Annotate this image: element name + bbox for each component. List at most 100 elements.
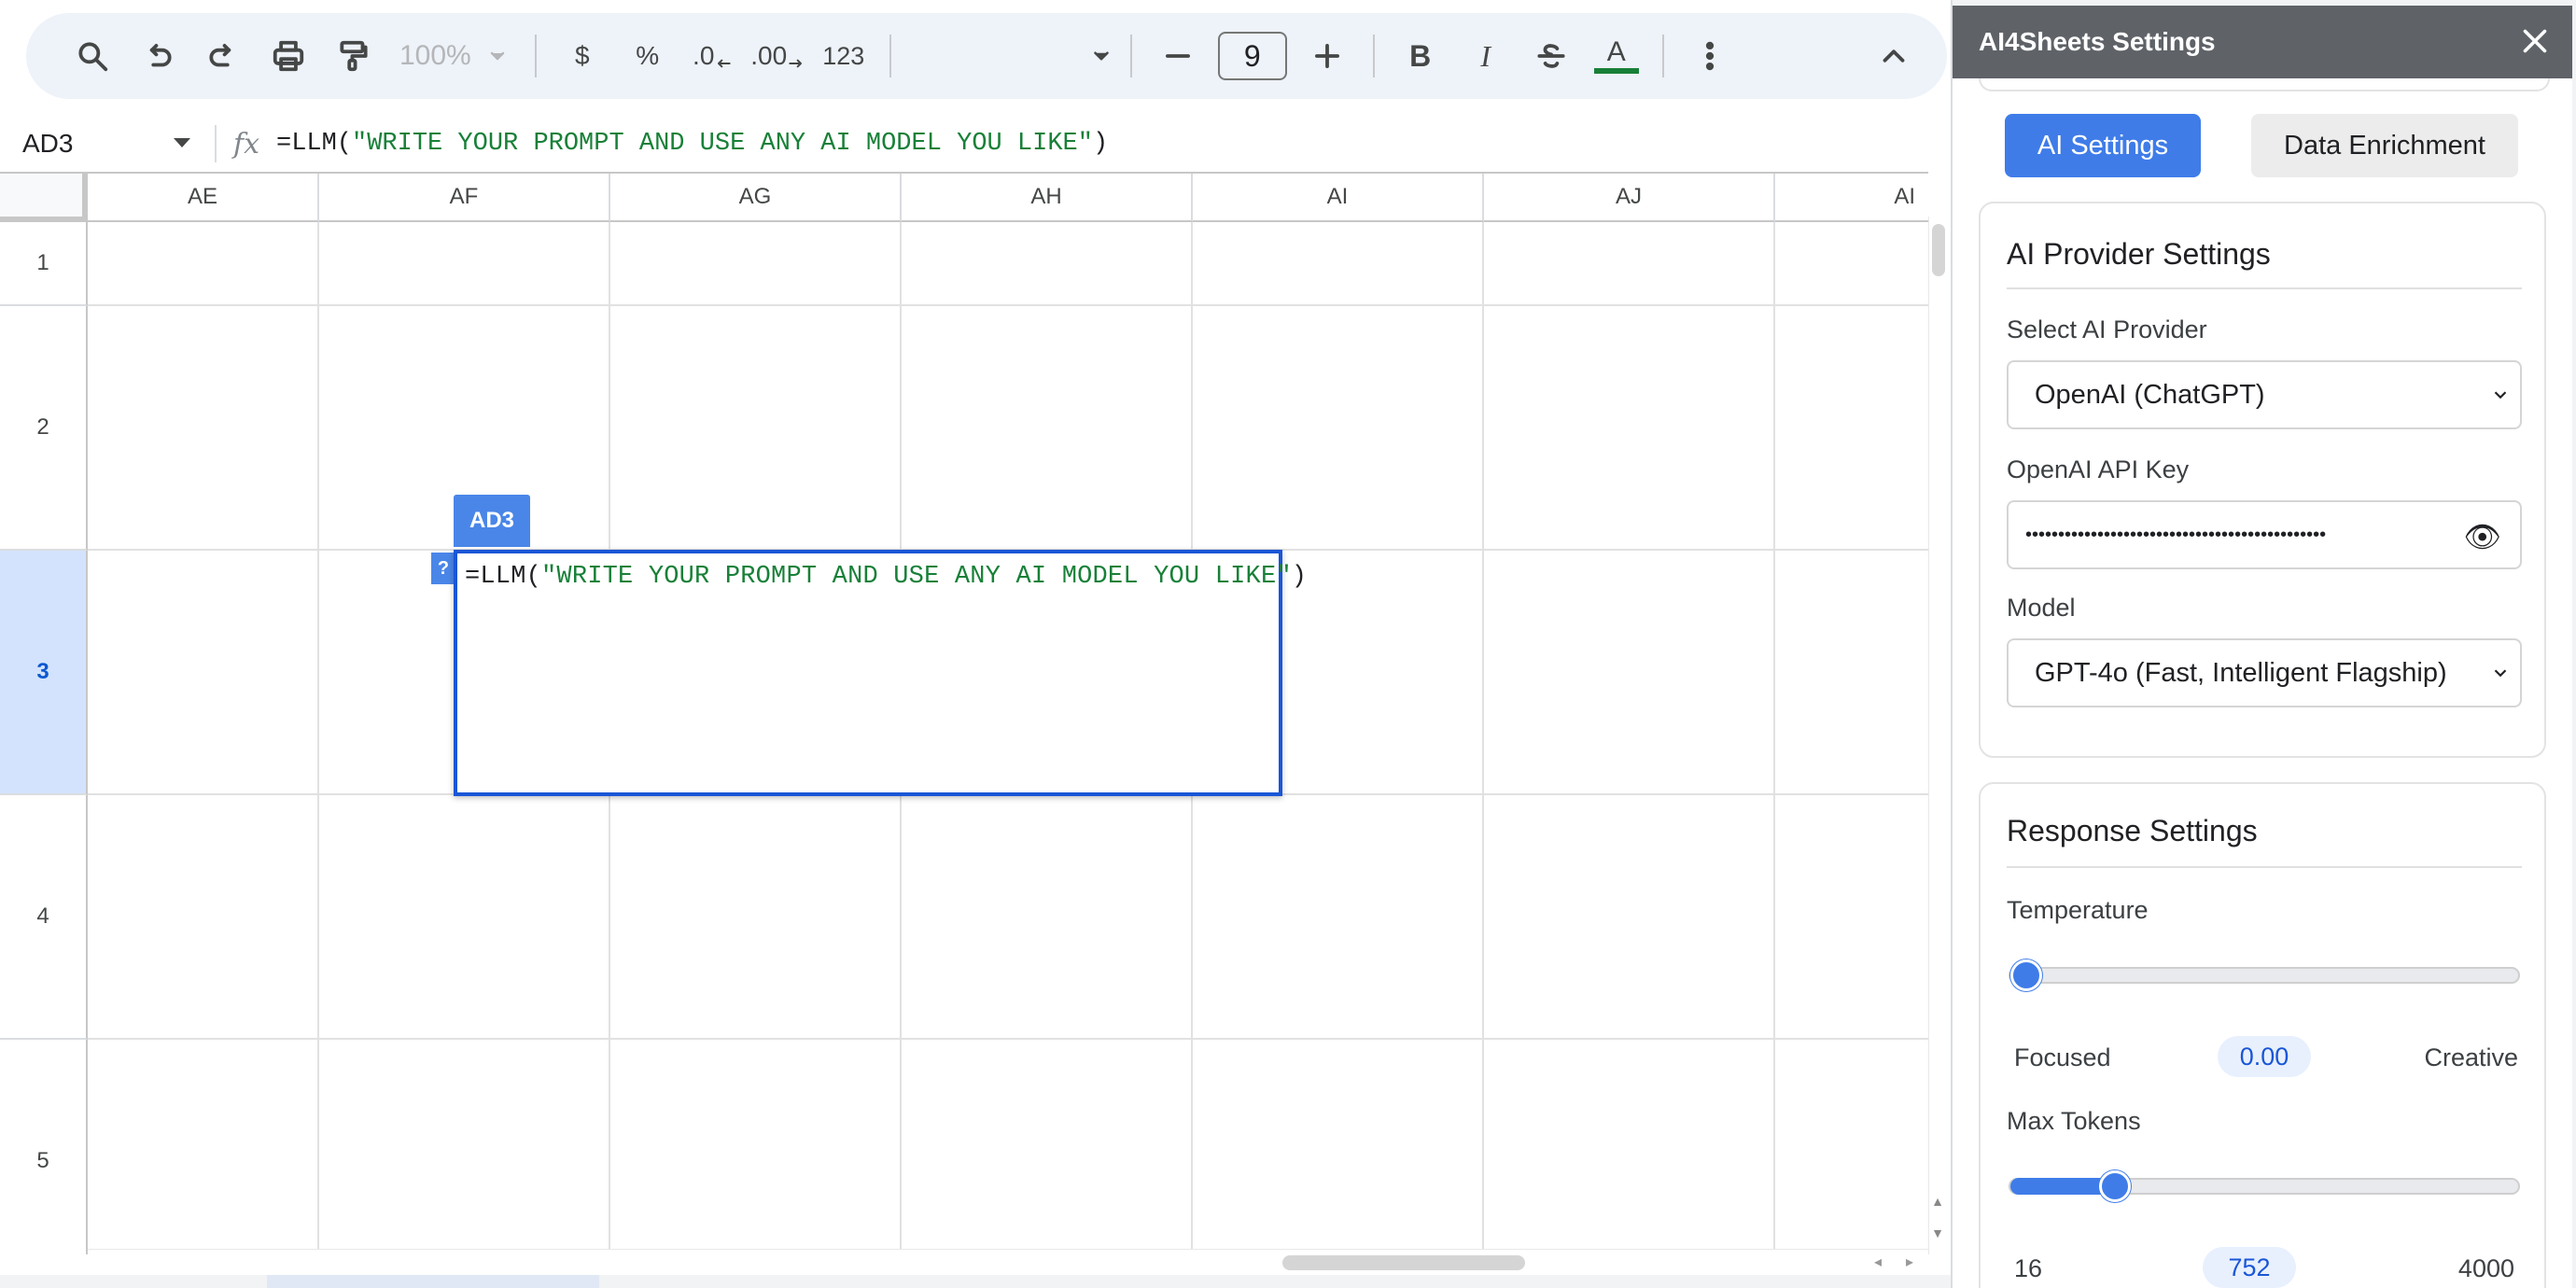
max-tokens-max-label: 4000 — [2457, 1254, 2514, 1282]
gridline — [88, 1038, 1928, 1040]
scroll-up-arrow-icon[interactable]: ▲ — [1928, 1185, 1947, 1217]
temperature-label: Temperature — [2007, 896, 2149, 924]
model-select[interactable]: GPT-4o (Fast, Intelligent Flagship) — [2007, 638, 2522, 707]
vertical-scrollbar[interactable] — [1928, 217, 1947, 1254]
vertical-scroll-thumb[interactable] — [1932, 224, 1945, 276]
temperature-slider[interactable] — [2009, 959, 2520, 991]
column-header[interactable]: AG — [610, 174, 902, 222]
bold-button[interactable]: B — [1392, 27, 1449, 85]
font-select[interactable] — [908, 27, 1113, 85]
row-header[interactable]: 4 — [0, 795, 88, 1040]
divider — [2007, 866, 2522, 868]
hide-menus-button[interactable] — [1865, 27, 1923, 85]
temperature-value: 0.00 — [2218, 1036, 2311, 1077]
redo-button[interactable] — [194, 27, 252, 85]
sidebar-header: AI4Sheets Settings — [1953, 6, 2572, 78]
paint-roller-icon — [340, 40, 368, 72]
formula-input[interactable]: =LLM("WRITE YOUR PROMPT AND USE ANY AI M… — [276, 130, 1108, 158]
eye-icon[interactable]: 👁 — [2463, 519, 2501, 554]
decrease-decimal-label: .0 — [693, 41, 715, 70]
scroll-left-arrow-icon[interactable]: ◂ — [1863, 1249, 1893, 1275]
chevron-down-icon — [2494, 669, 2507, 678]
column-header[interactable]: AE — [88, 174, 319, 222]
provider-label: Select AI Provider — [2007, 315, 2207, 343]
print-icon — [273, 40, 304, 72]
zoom-select[interactable]: 100% — [390, 27, 518, 85]
settings-sidebar: AI4Sheets Settings AI Settings Data Enri… — [1951, 0, 2576, 1288]
formula-help-button[interactable]: ? — [431, 553, 455, 584]
gridline — [88, 304, 1928, 306]
format-percent-button[interactable]: % — [619, 27, 677, 85]
more-vert-icon — [1705, 41, 1714, 71]
print-button[interactable] — [259, 27, 317, 85]
cell-reference-tag: AD3 — [454, 495, 530, 547]
max-tokens-value: 752 — [2203, 1247, 2296, 1288]
undo-icon — [149, 44, 172, 67]
model-value: GPT-4o (Fast, Intelligent Flagship) — [2035, 657, 2447, 688]
format-currency-button[interactable]: $ — [553, 27, 611, 85]
max-tokens-label: Max Tokens — [2007, 1107, 2141, 1135]
redo-icon — [209, 44, 231, 67]
column-header[interactable]: AJ — [1484, 174, 1775, 222]
close-icon[interactable] — [2518, 24, 2552, 58]
row-header[interactable]: 1 — [0, 222, 88, 306]
select-all-corner[interactable] — [0, 174, 88, 222]
arrow-left-small-icon — [718, 59, 732, 68]
bold-label: B — [1409, 38, 1432, 73]
editor-string: "WRITE YOUR PROMPT AND USE ANY AI MODEL … — [541, 563, 1292, 591]
font-size-input[interactable]: 9 — [1217, 32, 1287, 80]
gridline — [1773, 222, 1775, 1254]
sheet-tab[interactable] — [267, 1275, 599, 1288]
card-edge — [1979, 78, 2550, 91]
more-options-button[interactable] — [1681, 27, 1739, 85]
formula-close: ) — [1092, 130, 1109, 158]
column-header[interactable]: AI — [1193, 174, 1484, 222]
slider-handle[interactable] — [2098, 1170, 2131, 1202]
column-header[interactable]: AH — [902, 174, 1193, 222]
increase-font-size-button[interactable] — [1298, 27, 1356, 85]
horizontal-scrollbar[interactable] — [88, 1249, 1928, 1275]
decrease-decimal-button[interactable]: .0 — [684, 27, 742, 85]
max-tokens-slider[interactable] — [2009, 1170, 2520, 1202]
more-formats-button[interactable]: 123 — [815, 27, 873, 85]
editor-function: =LLM( — [465, 563, 542, 591]
sidebar-body[interactable]: AI Settings Data Enrichment AI Provider … — [1953, 78, 2572, 1288]
provider-select[interactable]: OpenAI (ChatGPT) — [2007, 360, 2522, 429]
minus-icon — [1165, 54, 1190, 58]
text-color-button[interactable]: A — [1588, 27, 1645, 85]
sidebar-title: AI4Sheets Settings — [1979, 27, 2216, 56]
scroll-down-arrow-icon[interactable]: ▼ — [1928, 1217, 1947, 1249]
currency-label: $ — [574, 41, 590, 70]
paint-format-button[interactable] — [325, 27, 383, 85]
tab-data-enrichment[interactable]: Data Enrichment — [2251, 114, 2518, 177]
cell-editor-text[interactable]: =LLM("WRITE YOUR PROMPT AND USE ANY AI M… — [457, 553, 1307, 591]
fx-icon: fx — [232, 127, 260, 161]
undo-button[interactable] — [129, 27, 187, 85]
temperature-min-label: Focused — [2014, 1043, 2111, 1071]
row-header[interactable]: 5 — [0, 1040, 88, 1254]
max-tokens-min-label: 16 — [2014, 1254, 2043, 1282]
search-menus-button[interactable] — [63, 27, 121, 85]
chevron-down-icon — [174, 138, 190, 147]
toolbar-divider — [1129, 35, 1132, 77]
horizontal-scroll-thumb[interactable] — [1282, 1255, 1525, 1270]
column-header[interactable]: AF — [319, 174, 610, 222]
name-box[interactable]: AD3 — [0, 118, 205, 170]
scroll-right-arrow-icon[interactable]: ▸ — [1895, 1249, 1925, 1275]
strikethrough-button[interactable] — [1522, 27, 1580, 85]
chevron-down-icon — [2494, 391, 2507, 399]
column-header[interactable]: AI — [1775, 174, 1928, 222]
increase-decimal-button[interactable]: .00 — [749, 27, 807, 85]
cell-editor[interactable]: =LLM("WRITE YOUR PROMPT AND USE ANY AI M… — [454, 550, 1307, 796]
toolbar-divider — [889, 35, 891, 77]
italic-button[interactable]: I — [1457, 27, 1515, 85]
tab-ai-settings[interactable]: AI Settings — [2005, 114, 2201, 177]
row-header-selected[interactable]: 3 — [0, 551, 88, 795]
toolbar-divider — [1372, 35, 1375, 77]
formula-bar: AD3 fx =LLM("WRITE YOUR PROMPT AND USE A… — [0, 118, 1951, 170]
number-format-label: 123 — [822, 41, 865, 70]
row-header[interactable]: 2 — [0, 306, 88, 551]
slider-handle[interactable] — [2010, 959, 2042, 991]
decrease-font-size-button[interactable] — [1149, 27, 1207, 85]
api-key-input[interactable]: ••••••••••••••••••••••••••••••••••••••••… — [2007, 500, 2522, 569]
